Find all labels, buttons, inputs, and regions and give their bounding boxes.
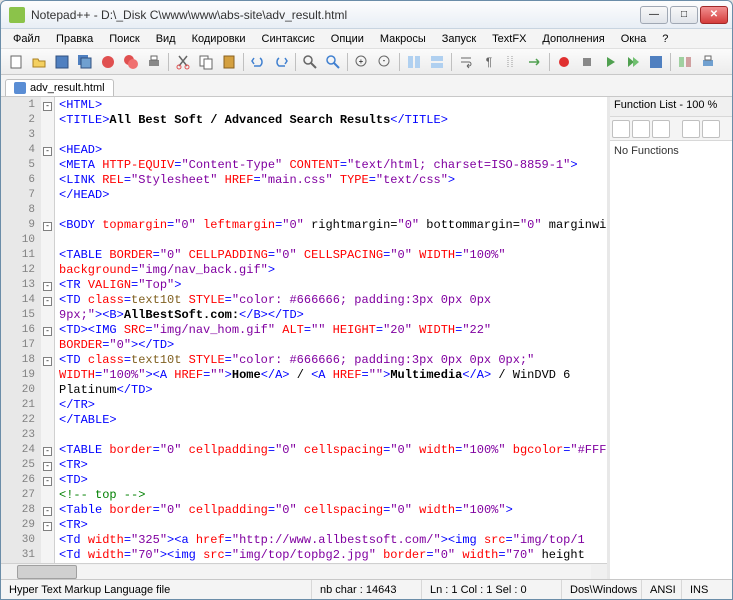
play-macro-icon[interactable]: [599, 51, 621, 73]
ltr-icon[interactable]: [524, 51, 546, 73]
content-area: 1234567891011121314151617181920212223242…: [1, 97, 732, 579]
separator-icon: [347, 53, 348, 71]
find-icon[interactable]: [299, 51, 321, 73]
status-eol: Dos\Windows: [562, 580, 642, 599]
menu-windows[interactable]: Окна: [613, 31, 655, 47]
save-macro-icon[interactable]: [645, 51, 667, 73]
tab-bar: adv_result.html: [1, 75, 732, 97]
svg-text:+: +: [359, 57, 364, 66]
status-position: Ln : 1 Col : 1 Sel : 0: [422, 580, 562, 599]
maximize-button[interactable]: □: [670, 6, 698, 24]
compare-icon[interactable]: [674, 51, 696, 73]
record-macro-icon[interactable]: [553, 51, 575, 73]
paste-icon[interactable]: [218, 51, 240, 73]
list-icon[interactable]: [632, 120, 650, 138]
minimize-button[interactable]: —: [640, 6, 668, 24]
zoom-out-icon[interactable]: -: [374, 51, 396, 73]
svg-text:-: -: [383, 56, 386, 65]
app-window: Notepad++ - D:\_Disk C\www\www\abs-site\…: [0, 0, 733, 600]
menu-search[interactable]: Поиск: [101, 31, 147, 47]
close-all-icon[interactable]: [120, 51, 142, 73]
file-icon: [14, 82, 26, 94]
code-area[interactable]: <HTML><TITLE>All Best Soft / Advanced Se…: [55, 97, 607, 563]
wordwrap-icon[interactable]: [455, 51, 477, 73]
statusbar: Hyper Text Markup Language file nb char …: [1, 579, 732, 599]
save-all-icon[interactable]: [74, 51, 96, 73]
save-icon[interactable]: [51, 51, 73, 73]
settings-icon[interactable]: [702, 120, 720, 138]
menu-textfx[interactable]: TextFX: [484, 31, 534, 47]
new-file-icon[interactable]: [5, 51, 27, 73]
show-chars-icon[interactable]: ¶: [478, 51, 500, 73]
scrollbar-track[interactable]: [17, 565, 591, 579]
menu-macros[interactable]: Макросы: [372, 31, 434, 47]
menu-syntax[interactable]: Синтаксис: [254, 31, 323, 47]
menu-view[interactable]: Вид: [148, 31, 184, 47]
scrollbar-thumb[interactable]: [17, 565, 77, 579]
panel-body: No Functions: [610, 141, 732, 579]
redo-icon[interactable]: [270, 51, 292, 73]
separator-icon: [168, 53, 169, 71]
panel-toolbar: [610, 117, 732, 141]
menu-file[interactable]: Файл: [5, 31, 48, 47]
menu-edit[interactable]: Правка: [48, 31, 101, 47]
close-button[interactable]: ✕: [700, 6, 728, 24]
play-multi-icon[interactable]: [622, 51, 644, 73]
status-mode: INS: [682, 580, 732, 599]
file-tab[interactable]: adv_result.html: [5, 79, 114, 96]
sort-az-icon[interactable]: [612, 120, 630, 138]
editor-pane: 1234567891011121314151617181920212223242…: [1, 97, 610, 579]
open-file-icon[interactable]: [28, 51, 50, 73]
stop-macro-icon[interactable]: [576, 51, 598, 73]
separator-icon: [549, 53, 550, 71]
print2-icon[interactable]: [697, 51, 719, 73]
menubar: Файл Правка Поиск Вид Кодировки Синтакси…: [1, 29, 732, 49]
function-list-panel: Function List - 100 % No Functions: [610, 97, 732, 579]
zoom-in-icon[interactable]: +: [351, 51, 373, 73]
separator-icon: [243, 53, 244, 71]
app-icon: [9, 7, 25, 23]
status-chars: nb char : 14643: [312, 580, 422, 599]
menu-run[interactable]: Запуск: [434, 31, 484, 47]
status-filetype: Hyper Text Markup Language file: [1, 580, 312, 599]
menu-options[interactable]: Опции: [323, 31, 372, 47]
undo-icon[interactable]: [247, 51, 269, 73]
line-numbers: 1234567891011121314151617181920212223242…: [1, 97, 41, 563]
menu-plugins[interactable]: Дополнения: [534, 31, 612, 47]
tab-label: adv_result.html: [30, 82, 105, 94]
status-encoding: ANSI: [642, 580, 682, 599]
indent-guide-icon[interactable]: [501, 51, 523, 73]
titlebar[interactable]: Notepad++ - D:\_Disk C\www\www\abs-site\…: [1, 1, 732, 29]
print-icon[interactable]: [143, 51, 165, 73]
tree-icon[interactable]: [652, 120, 670, 138]
separator-icon: [670, 53, 671, 71]
menu-encoding[interactable]: Кодировки: [184, 31, 254, 47]
sync-v-icon[interactable]: [403, 51, 425, 73]
separator-icon: [399, 53, 400, 71]
fold-column[interactable]: - - - -- - - --- --: [41, 97, 55, 563]
separator-icon: [295, 53, 296, 71]
replace-icon[interactable]: [322, 51, 344, 73]
window-buttons: — □ ✕: [640, 6, 728, 24]
copy-icon[interactable]: [195, 51, 217, 73]
menu-help[interactable]: ?: [654, 31, 676, 47]
copy-icon[interactable]: [682, 120, 700, 138]
separator-icon: [451, 53, 452, 71]
toolbar: + - ¶: [1, 49, 732, 75]
svg-text:¶: ¶: [486, 55, 492, 69]
window-title: Notepad++ - D:\_Disk C\www\www\abs-site\…: [31, 8, 640, 22]
close-file-icon[interactable]: [97, 51, 119, 73]
code-editor[interactable]: 1234567891011121314151617181920212223242…: [1, 97, 607, 563]
panel-title: Function List - 100 %: [610, 97, 732, 117]
horizontal-scrollbar[interactable]: [1, 563, 607, 579]
cut-icon[interactable]: [172, 51, 194, 73]
sync-h-icon[interactable]: [426, 51, 448, 73]
